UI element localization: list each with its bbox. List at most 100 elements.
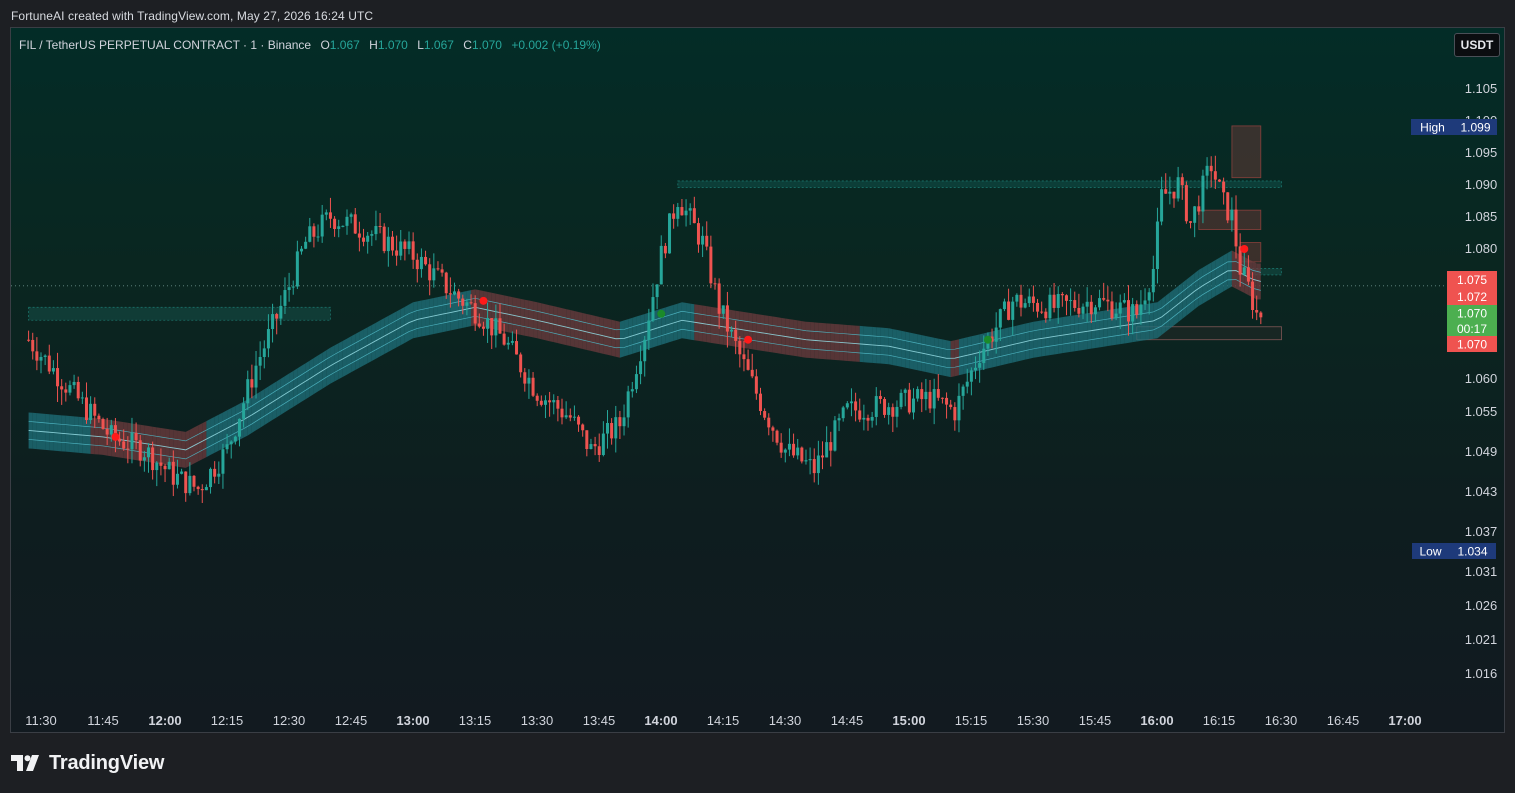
candle-body: [31, 339, 35, 352]
time-axis-tick: 16:15: [1203, 713, 1236, 728]
price-axis-tick: 1.016: [1465, 666, 1498, 681]
candle-body: [804, 460, 808, 462]
candle-body: [1093, 307, 1097, 315]
candle-body: [1023, 303, 1027, 308]
candle-body: [320, 214, 324, 237]
candle-body: [639, 361, 643, 375]
candle-body: [1255, 309, 1259, 313]
candle-body: [419, 256, 423, 270]
candle-body: [1135, 304, 1139, 315]
candle-body: [982, 348, 986, 364]
candle-body: [531, 377, 535, 396]
price-axis-tick: 1.080: [1465, 241, 1498, 256]
candle-body: [109, 425, 113, 435]
candle-body: [374, 226, 378, 235]
candle-body: [341, 225, 345, 227]
candle-body: [692, 208, 696, 224]
chart-pane[interactable]: 11:30 11:45 12:00 12:15 12:30 12:45 13:00 13:15…: [10, 27, 1505, 733]
candle-body: [1048, 294, 1052, 319]
zone-2: [1231, 125, 1262, 179]
candle-body: [308, 226, 312, 242]
candle-body: [1011, 301, 1015, 320]
low-value: 1.067: [423, 38, 454, 52]
candle-body: [1251, 281, 1255, 310]
candle-body: [225, 444, 229, 450]
candle-body: [126, 448, 130, 450]
currency-button[interactable]: USDT: [1454, 33, 1500, 57]
candle-body: [825, 442, 829, 458]
candle-body: [27, 339, 31, 341]
candle-body: [779, 442, 783, 453]
time-axis-tick: 13:00: [396, 713, 429, 728]
candle-body: [51, 368, 55, 372]
candle-body: [713, 283, 717, 285]
chart-canvas[interactable]: 11:30 11:45 12:00 12:15 12:30 12:45 13:00 13:15…: [11, 28, 1505, 733]
candle-body: [663, 245, 667, 254]
candle-body: [1180, 177, 1184, 186]
candle-body: [1052, 294, 1056, 308]
candle-body: [258, 356, 262, 366]
candle-body: [105, 428, 109, 435]
candle-body: [783, 449, 787, 453]
candle-body: [688, 208, 692, 211]
candle-body: [444, 272, 448, 294]
candle-body: [738, 340, 742, 355]
candle-body: [1172, 191, 1176, 199]
candle-body: [907, 389, 911, 413]
candle-body: [833, 420, 837, 451]
candle-body: [415, 259, 419, 270]
candle-body: [601, 433, 605, 456]
candle-body: [175, 473, 179, 485]
time-axis-tick: 12:15: [211, 713, 244, 728]
candle-body: [481, 326, 485, 329]
candle-body: [874, 396, 878, 417]
candle-body: [97, 415, 101, 420]
candle-body: [424, 256, 428, 265]
candle-body: [163, 465, 167, 470]
candle-body: [345, 216, 349, 226]
time-axis-tick: 15:30: [1017, 713, 1050, 728]
candle-body: [275, 314, 279, 319]
candle-body: [767, 417, 771, 428]
candle-body: [142, 457, 146, 461]
zone-3: [1198, 209, 1262, 230]
candle-body: [188, 475, 192, 494]
candle-body: [854, 401, 858, 411]
candle-body: [754, 376, 758, 394]
candle-body: [878, 396, 882, 399]
candle-body: [1201, 175, 1205, 212]
candle-body: [490, 318, 494, 336]
candle-body: [961, 386, 965, 396]
candle-body: [837, 418, 841, 421]
candle-body: [386, 236, 390, 252]
candle-body: [1060, 294, 1064, 296]
time-axis-tick: 13:30: [521, 713, 554, 728]
candle-body: [676, 207, 680, 219]
candle-body: [610, 422, 614, 439]
candle-body: [436, 268, 440, 270]
candle-body: [1143, 300, 1147, 305]
candle-body: [1259, 312, 1263, 318]
candle-body: [1077, 307, 1081, 314]
candle-body: [407, 241, 411, 249]
candle-body: [680, 207, 684, 216]
time-axis-tick: 17:00: [1388, 713, 1421, 728]
candle-body: [432, 268, 436, 281]
candle-body: [1089, 301, 1093, 315]
candle-body: [1122, 300, 1126, 303]
candle-body: [560, 408, 564, 418]
candle-body: [1114, 313, 1118, 319]
candle-body: [572, 416, 576, 418]
candle-body: [159, 462, 163, 466]
candle-body: [89, 403, 93, 421]
tradingview-logo-icon: [11, 755, 39, 771]
time-axis-tick: 11:45: [87, 713, 119, 728]
time-axis-tick: 12:00: [148, 713, 181, 728]
candle-body: [64, 389, 68, 393]
candle-body: [147, 447, 151, 458]
candle-body: [192, 475, 196, 487]
time-axis-tick: 12:30: [273, 713, 306, 728]
signal-marker-sell: [111, 432, 120, 441]
tradingview-logo[interactable]: TradingView: [11, 752, 164, 774]
candle-body: [866, 417, 870, 421]
